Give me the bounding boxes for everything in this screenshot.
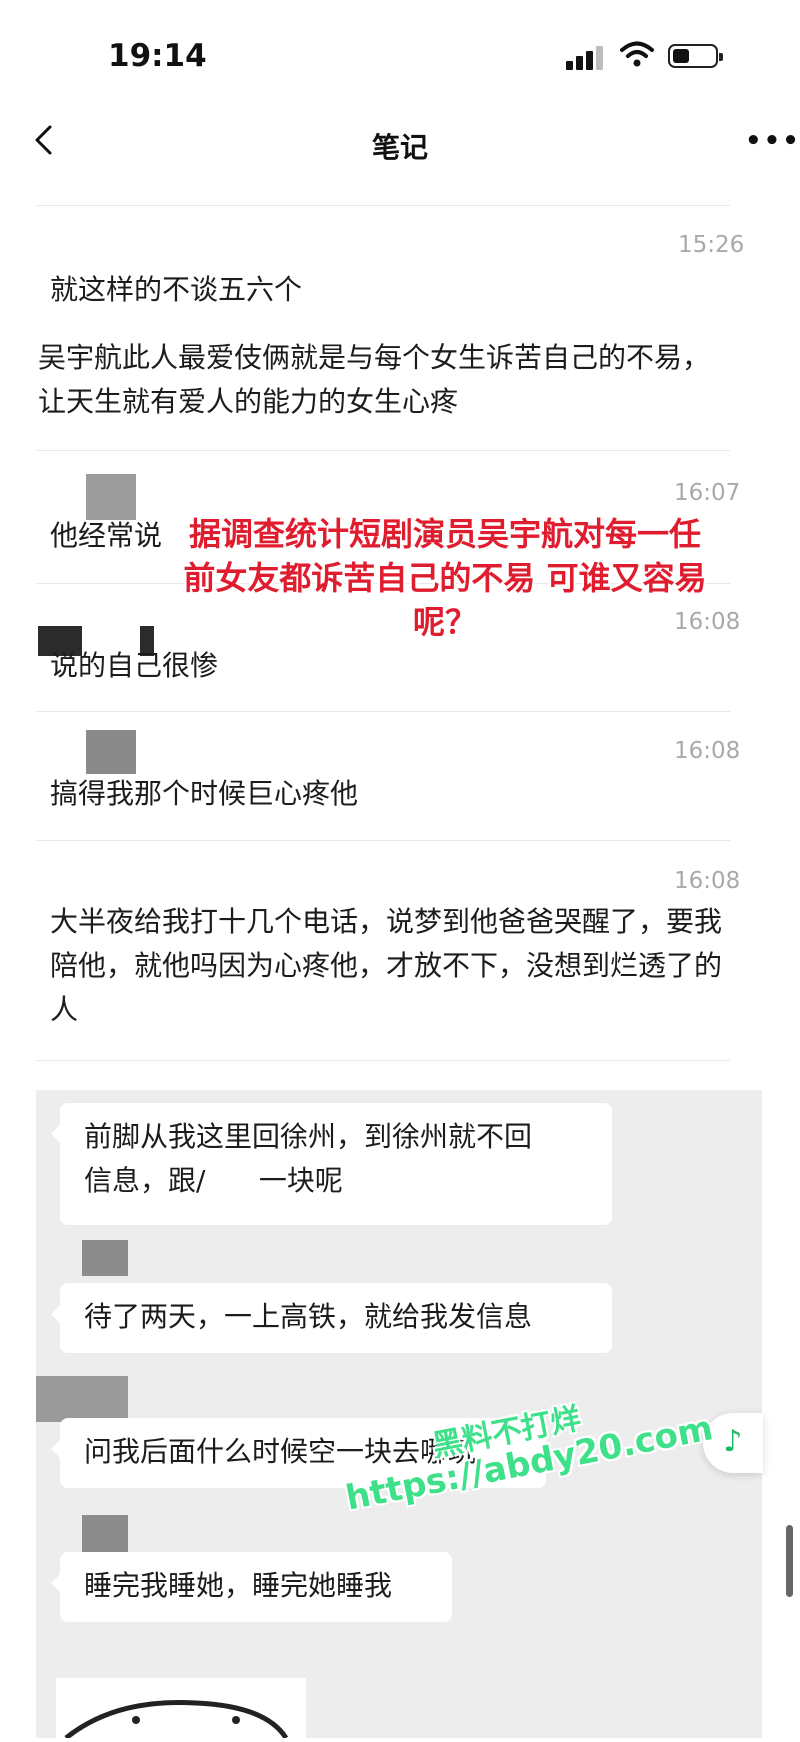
chat-bubble: 待了两天，一上高铁，就给我发信息	[51, 1283, 612, 1353]
divider	[36, 205, 730, 206]
avatar	[82, 1240, 128, 1276]
chat-bubble-line: 信息，跟/ 一块呢	[84, 1164, 343, 1197]
chat-bubble-text: 待了两天，一上高铁，就给我发信息	[84, 1300, 533, 1333]
chat-bubble-text: 睡完我睡她，睡完她睡我	[84, 1569, 393, 1602]
note-timestamp: 15:26	[678, 232, 745, 258]
note-text: 大半夜给我打十几个电话，说梦到他爸爸哭醒了，要我陪他，就他吗因为心疼他，才放不下…	[50, 905, 723, 1026]
avatar	[86, 730, 136, 774]
more-options-icon[interactable]: •••	[745, 126, 800, 156]
overlay-line: 呢？	[412, 603, 477, 641]
avatar	[36, 1376, 128, 1422]
chat-bubble: 前脚从我这里回徐州，到徐州就不回 信息，跟/ 一块呢	[51, 1103, 612, 1225]
signal-icon	[566, 44, 606, 70]
avatar	[82, 1515, 128, 1553]
divider	[36, 1060, 730, 1061]
overlay-line: 据调查统计短剧演员吴宇航对每一任	[188, 515, 701, 553]
sticker-image	[56, 1678, 306, 1740]
divider	[36, 840, 730, 841]
status-time: 19:14	[108, 38, 207, 74]
note-text: 吴宇航此人最爱伎俩就是与每个女生诉苦自己的不易，让天生就有爱人的能力的女生心疼	[38, 341, 711, 418]
battery-icon	[668, 44, 723, 68]
page-title: 笔记	[371, 131, 428, 164]
note-timestamp: 16:07	[674, 480, 741, 506]
note-text: 他经常说	[50, 519, 163, 552]
scrollbar[interactable]	[786, 1525, 793, 1597]
divider	[36, 711, 730, 712]
note-text: 说的自己很惨	[50, 649, 219, 682]
note-text: 搞得我那个时候巨心疼他	[50, 777, 359, 810]
note-text: 就这样的不谈五六个	[50, 273, 303, 306]
overlay-line: 前女友都诉苦自己的不易 可谁又容易	[183, 559, 707, 597]
overlay-caption: 据调查统计短剧演员吴宇航对每一任 前女友都诉苦自己的不易 可谁又容易 呢？	[175, 512, 715, 644]
note-timestamp: 16:08	[674, 868, 741, 894]
note-timestamp: 16:08	[674, 738, 741, 764]
chat-bubble: 睡完我睡她，睡完她睡我	[51, 1552, 452, 1622]
divider	[36, 450, 730, 451]
wifi-icon	[620, 41, 654, 67]
chat-bubble-line: 前脚从我这里回徐州，到徐州就不回	[84, 1120, 533, 1153]
